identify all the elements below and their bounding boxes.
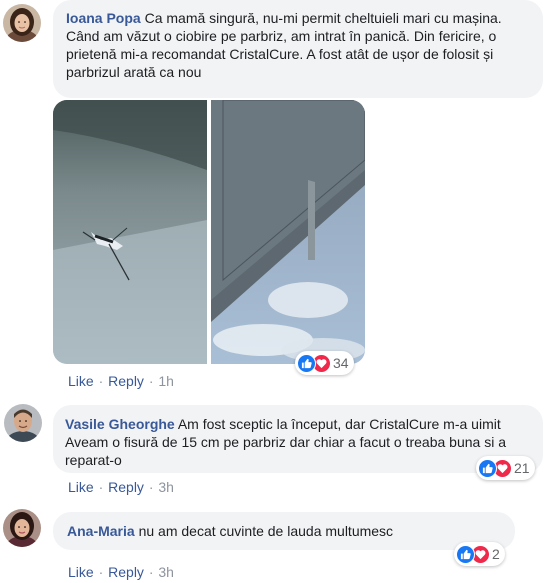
separator: ·	[98, 479, 104, 495]
comment-ana-maria: Ana-Maria nu am decat cuvinte de lauda m…	[0, 505, 547, 583]
comment-author[interactable]: Ioana Popa	[66, 10, 141, 26]
timestamp[interactable]: 3h	[158, 479, 174, 495]
reaction-count: 21	[514, 460, 530, 476]
windshield-photos	[53, 100, 365, 364]
comment-bubble: Ana-Maria nu am decat cuvinte de lauda m…	[53, 512, 515, 550]
reply-link[interactable]: Reply	[108, 479, 144, 495]
reaction-count: 2	[492, 546, 500, 562]
reaction-summary[interactable]: 21	[476, 456, 535, 480]
comment-actions: Like · Reply · 3h	[68, 479, 174, 495]
separator: ·	[148, 479, 154, 495]
reply-link[interactable]: Reply	[108, 564, 144, 580]
reaction-count: 34	[333, 355, 349, 371]
timestamp[interactable]: 3h	[158, 564, 174, 580]
reply-link[interactable]: Reply	[108, 373, 144, 389]
separator: ·	[98, 373, 104, 389]
separator: ·	[148, 373, 154, 389]
timestamp[interactable]: 1h	[158, 373, 174, 389]
avatar[interactable]	[3, 509, 41, 547]
comment-bubble: Ioana Popa Ca mamă singură, nu-mi permit…	[53, 0, 543, 98]
reaction-summary[interactable]: 2	[454, 542, 505, 566]
comment-vasile-gheorghe: Vasile Gheorghe Am fost sceptic la încep…	[0, 400, 547, 498]
avatar[interactable]	[3, 4, 41, 42]
comment-actions: Like · Reply · 3h	[68, 564, 174, 580]
avatar[interactable]	[4, 404, 42, 442]
thumbs-up-icon	[478, 458, 497, 478]
comment-author[interactable]: Vasile Gheorghe	[65, 416, 175, 432]
comment-bubble: Vasile Gheorghe Am fost sceptic la încep…	[53, 405, 543, 473]
separator: ·	[98, 564, 104, 580]
like-link[interactable]: Like	[68, 564, 94, 580]
reaction-summary[interactable]: 34	[295, 351, 354, 375]
thumbs-up-icon	[297, 353, 316, 373]
separator: ·	[148, 564, 154, 580]
comment-photo[interactable]	[53, 100, 365, 364]
comment-ioana-popa: Ioana Popa Ca mamă singură, nu-mi permit…	[0, 0, 547, 395]
thumbs-up-icon	[456, 544, 475, 564]
like-link[interactable]: Like	[68, 373, 94, 389]
comment-author[interactable]: Ana-Maria	[67, 523, 135, 539]
comment-text: nu am decat cuvinte de lauda multumesc	[138, 523, 394, 539]
comment-actions: Like · Reply · 1h	[68, 373, 174, 389]
like-link[interactable]: Like	[68, 479, 94, 495]
